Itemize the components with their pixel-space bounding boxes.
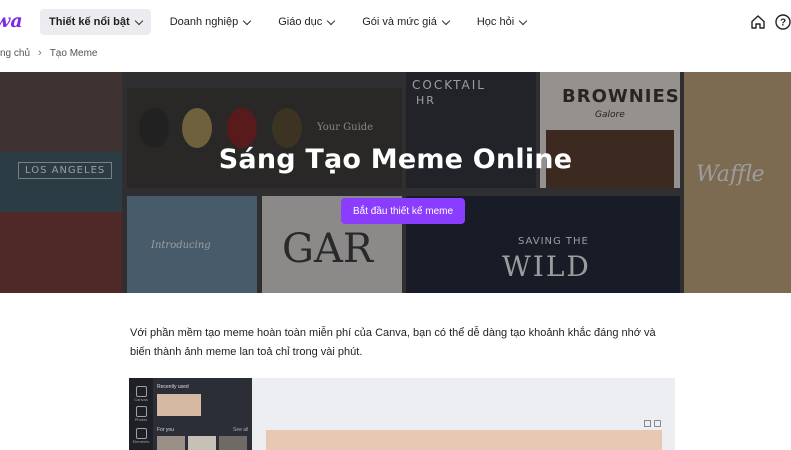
start-meme-design-button[interactable]: Bắt đầu thiết kế meme: [341, 198, 465, 224]
intro-paragraph: Với phần mềm tạo meme hoàn toàn miễn phí…: [130, 327, 656, 358]
template-thumb-2[interactable]: [188, 436, 216, 450]
help-icon[interactable]: ?: [774, 13, 791, 31]
nav-learn[interactable]: Học hỏi: [468, 9, 535, 35]
side-label-photos: Photos: [134, 417, 148, 422]
editor-templates-panel: Recently used For you See all: [153, 378, 252, 450]
chevron-down-icon: [242, 16, 252, 25]
breadcrumb-current: Tạo Meme: [49, 47, 98, 59]
top-navigation-bar: wa Thiết kế nổi bật Doanh nghiệp Giáo dụ…: [0, 0, 791, 44]
nav-featured-designs[interactable]: Thiết kế nổi bật: [40, 9, 151, 35]
recent-template-thumb[interactable]: [157, 394, 201, 416]
editor-sidebar: Canvas Photos Elements: [129, 378, 153, 450]
hero-dark-overlay: [0, 72, 791, 293]
breadcrumb-separator-icon: ›: [38, 47, 42, 59]
hero-title: Sáng Tạo Meme Online: [218, 144, 573, 175]
canva-logo[interactable]: wa: [0, 10, 23, 32]
nav-plans-pricing-label: Gói và mức giá: [362, 16, 437, 28]
nav-plans-pricing[interactable]: Gói và mức giá: [353, 9, 458, 35]
template-thumb-3[interactable]: [219, 436, 247, 450]
photos-icon: [136, 406, 147, 417]
chevron-down-icon: [441, 16, 451, 25]
nav-business[interactable]: Doanh nghiệp: [161, 9, 260, 35]
svg-text:?: ?: [780, 18, 786, 29]
nav-learn-label: Học hỏi: [476, 16, 515, 28]
nav-business-label: Doanh nghiệp: [169, 16, 239, 28]
chevron-down-icon: [518, 16, 528, 25]
editor-canvas: [252, 378, 675, 450]
nav-featured-designs-label: Thiết kế nổi bật: [49, 16, 130, 28]
see-all-link[interactable]: See all: [233, 427, 248, 433]
chevron-down-icon: [326, 16, 336, 25]
nav-education[interactable]: Giáo dục: [269, 9, 343, 35]
editor-preview: Canvas Photos Elements Recently used For…: [129, 378, 675, 450]
elements-icon: [136, 428, 147, 439]
home-icon[interactable]: [749, 13, 767, 31]
side-label-elements: Elements: [132, 439, 150, 444]
canvas-photo[interactable]: [266, 430, 662, 450]
for-you-label: For you: [157, 427, 174, 433]
template-thumb-1[interactable]: [157, 436, 185, 450]
breadcrumb: ng chủ › Tạo Meme: [0, 46, 98, 60]
hero-banner: LOS ANGELES Your Guide Introducing GAR C…: [0, 72, 791, 293]
nav-education-label: Giáo dục: [278, 16, 323, 28]
breadcrumb-home[interactable]: ng chủ: [0, 48, 30, 59]
expand-icon[interactable]: [654, 420, 661, 427]
chevron-down-icon: [134, 16, 143, 25]
template-icon: [136, 386, 147, 397]
main-nav: Thiết kế nổi bật Doanh nghiệp Giáo dục G…: [40, 9, 545, 35]
copy-icon[interactable]: [644, 420, 651, 427]
side-label-canvas: Canvas: [134, 397, 148, 402]
recently-used-label: Recently used: [157, 384, 189, 390]
